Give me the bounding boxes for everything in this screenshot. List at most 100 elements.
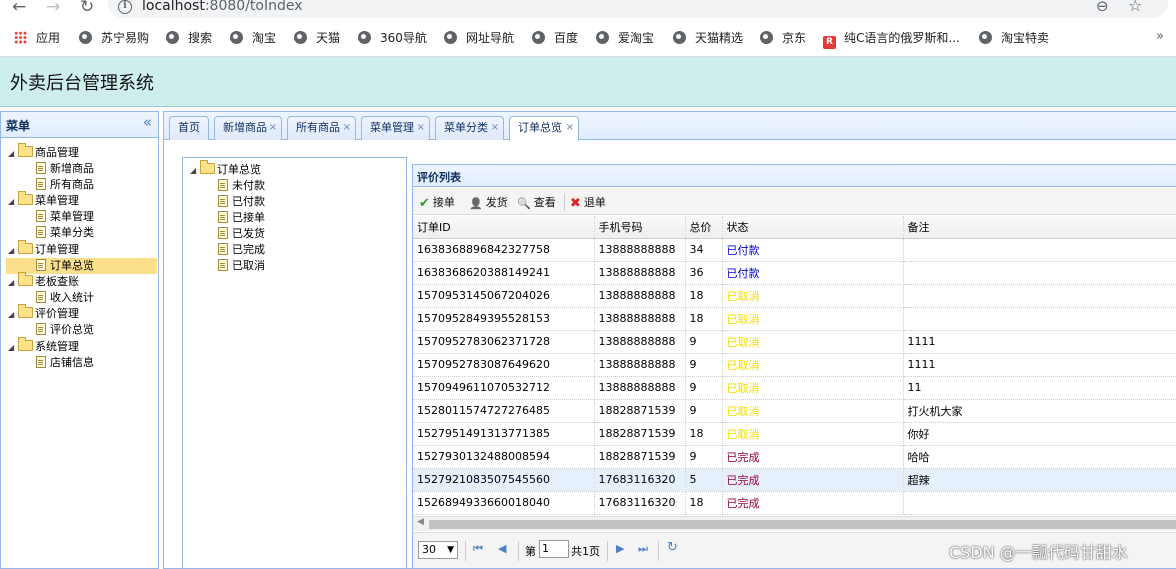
order-tree-item[interactable]: 已完成 bbox=[218, 242, 265, 258]
bookmark-1[interactable]: 苏宁易购 bbox=[79, 30, 149, 48]
expand-toggle-icon[interactable]: ◢ bbox=[8, 146, 18, 162]
refresh-icon[interactable]: ↻ bbox=[667, 540, 678, 555]
url-text[interactable]: localhost:8080/toIndex bbox=[142, 0, 303, 14]
expand-toggle-icon[interactable]: ◢ bbox=[190, 163, 200, 179]
tab-1[interactable]: 新增商品 × bbox=[214, 116, 282, 140]
menu-item[interactable]: 收入统计 bbox=[6, 290, 157, 306]
table-row[interactable]: 1570953145067204026 13888888888 18 已取消 bbox=[413, 284, 1176, 308]
close-icon[interactable]: × bbox=[566, 117, 574, 139]
menu-item[interactable]: 评价总览 bbox=[6, 322, 157, 338]
tab-4[interactable]: 菜单分类 × bbox=[435, 116, 504, 140]
order-tree-root[interactable]: ◢ 订单总览 bbox=[190, 160, 261, 179]
table-row[interactable]: 1570952783087649620 13888888888 9 已取消 1111 bbox=[413, 353, 1176, 377]
table-row[interactable]: 1528011574727276485 18828871539 9 已取消 打火机大家 bbox=[413, 399, 1176, 423]
forward-arrow-icon[interactable]: → bbox=[46, 0, 60, 17]
table-row[interactable]: 1638368620388149241 13888888888 36 已付款 bbox=[413, 261, 1176, 285]
next-page-icon[interactable]: ▶ bbox=[616, 542, 624, 555]
back-arrow-icon[interactable]: ← bbox=[12, 0, 26, 17]
table-row[interactable]: 1527921083507545560 17683116320 5 已完成 超辣 bbox=[413, 468, 1176, 492]
status-cell: 已取消 bbox=[722, 284, 904, 308]
toolbar-label: 接单 bbox=[432, 196, 455, 209]
bookmark-7[interactable]: 百度 bbox=[532, 30, 578, 48]
order-tree-item[interactable]: 未付款 bbox=[218, 178, 265, 194]
order-tree-item[interactable]: 已接单 bbox=[218, 210, 265, 226]
menu-group-5[interactable]: ◢ 系统管理 bbox=[8, 336, 79, 356]
table-row[interactable]: 1527951491313771385 18828871539 18 已取消 你好 bbox=[413, 422, 1176, 446]
reload-icon[interactable]: ↻ bbox=[80, 0, 94, 17]
page-size-select[interactable]: 30 ▼ bbox=[418, 541, 458, 559]
ship-button[interactable]: 👤 发货 bbox=[469, 194, 508, 210]
file-icon bbox=[36, 162, 46, 174]
first-page-icon[interactable]: ⏮ bbox=[473, 542, 483, 556]
order-tree-item[interactable]: 已付款 bbox=[218, 194, 265, 210]
bookmark-3[interactable]: 淘宝 bbox=[230, 30, 276, 48]
menu-item[interactable]: 新增商品 bbox=[6, 161, 157, 177]
close-icon[interactable]: × bbox=[343, 117, 351, 139]
horizontal-scrollbar[interactable]: ◀ bbox=[413, 516, 1176, 531]
bookmark-label: 苏宁易购 bbox=[101, 31, 150, 45]
view-button[interactable]: 🔍 查看 bbox=[517, 194, 556, 210]
column-header[interactable]: 手机号码 bbox=[594, 216, 686, 239]
column-header[interactable]: 订单ID bbox=[413, 216, 595, 239]
last-page-icon[interactable]: ⏭ bbox=[638, 542, 648, 556]
order-status-tree-panel bbox=[182, 157, 407, 569]
tab-5[interactable]: 订单总览 × bbox=[509, 116, 579, 141]
scroll-left-arrow-icon[interactable]: ◀ bbox=[417, 517, 424, 527]
close-icon[interactable]: × bbox=[269, 117, 277, 139]
menu-group-2[interactable]: ◢ 订单管理 bbox=[8, 239, 79, 259]
bookmark-10[interactable]: 京东 bbox=[760, 30, 806, 48]
info-icon[interactable]: i bbox=[118, 0, 132, 14]
column-header[interactable]: 状态 bbox=[722, 216, 904, 239]
table-row[interactable]: 1570949611070532712 13888888888 9 已取消 11 bbox=[413, 376, 1176, 400]
bookmark-4[interactable]: 天猫 bbox=[294, 30, 340, 48]
prev-page-icon[interactable]: ◀ bbox=[498, 542, 506, 555]
bookmark-0[interactable]: 应用 bbox=[14, 30, 60, 48]
scrollbar-thumb[interactable] bbox=[429, 520, 1176, 529]
bookmark-12[interactable]: 淘宝特卖 bbox=[979, 30, 1049, 48]
bookmark-star-icon[interactable]: ☆ bbox=[1128, 0, 1142, 15]
status-cell: 已取消 bbox=[722, 353, 904, 377]
menu-item[interactable]: 所有商品 bbox=[6, 177, 157, 193]
table-row[interactable]: 1570952783062371728 13888888888 9 已取消 1111 bbox=[413, 330, 1176, 354]
table-row[interactable]: 1570952849395528153 13888888888 18 已取消 bbox=[413, 307, 1176, 331]
order-tree-item-label: 已完成 bbox=[232, 243, 265, 256]
menu-item[interactable]: 订单总览 bbox=[6, 257, 157, 274]
bookmark-6[interactable]: 网址导航 bbox=[444, 30, 514, 48]
menu-item[interactable]: 菜单管理 bbox=[6, 209, 157, 225]
collapse-double-chevron-icon[interactable]: « bbox=[143, 113, 152, 131]
order-tree-item[interactable]: 已发货 bbox=[218, 226, 265, 242]
expand-toggle-icon[interactable]: ◢ bbox=[8, 307, 18, 323]
column-header[interactable]: 备注 bbox=[903, 216, 1176, 239]
tab-2[interactable]: 所有商品 × bbox=[287, 116, 356, 140]
page-number-input[interactable]: 1 bbox=[539, 540, 569, 558]
menu-group-1[interactable]: ◢ 菜单管理 bbox=[8, 191, 79, 210]
table-cell: 18 bbox=[685, 284, 723, 308]
bookmark-2[interactable]: 搜索 bbox=[166, 30, 212, 48]
menu-item[interactable]: 菜单分类 bbox=[6, 225, 157, 241]
expand-toggle-icon[interactable]: ◢ bbox=[8, 194, 18, 210]
menu-item[interactable]: 店铺信息 bbox=[6, 355, 157, 371]
order-tree-item[interactable]: 已取消 bbox=[218, 258, 265, 274]
bookmark-11[interactable]: R 纯C语言的俄罗斯和... bbox=[823, 30, 960, 49]
menu-group-3[interactable]: ◢ 老板查账 bbox=[8, 271, 79, 291]
bookmarks-more-icon[interactable]: » bbox=[1156, 29, 1164, 44]
expand-toggle-icon[interactable]: ◢ bbox=[8, 243, 18, 259]
menu-group-0[interactable]: ◢ 商品管理 bbox=[8, 143, 79, 162]
close-icon[interactable]: × bbox=[491, 117, 499, 139]
tab-0[interactable]: 首页 bbox=[169, 116, 209, 140]
table-row[interactable]: 1638368896842327758 13888888888 34 已付款 bbox=[413, 238, 1176, 262]
table-row[interactable]: 1527930132488008594 18828871539 9 已完成 哈哈 bbox=[413, 445, 1176, 469]
menu-group-4[interactable]: ◢ 评价管理 bbox=[8, 304, 79, 323]
tab-3[interactable]: 菜单管理 × bbox=[361, 116, 430, 140]
column-header[interactable]: 总价 bbox=[685, 216, 723, 239]
bookmark-9[interactable]: 天猫精选 bbox=[673, 30, 743, 48]
refund-button[interactable]: ✖ 退单 bbox=[570, 194, 606, 211]
expand-toggle-icon[interactable]: ◢ bbox=[8, 340, 18, 356]
expand-toggle-icon[interactable]: ◢ bbox=[8, 275, 18, 291]
table-row[interactable]: 1526894933660018040 17683116320 18 已完成 bbox=[413, 491, 1176, 515]
bookmark-5[interactable]: 360导航 bbox=[358, 30, 427, 48]
bookmark-8[interactable]: 爱淘宝 bbox=[596, 30, 654, 48]
close-icon[interactable]: × bbox=[417, 117, 425, 139]
zoom-icon[interactable]: ⊖ bbox=[1096, 0, 1109, 15]
accept-order-button[interactable]: ✔ 接单 bbox=[419, 194, 455, 211]
